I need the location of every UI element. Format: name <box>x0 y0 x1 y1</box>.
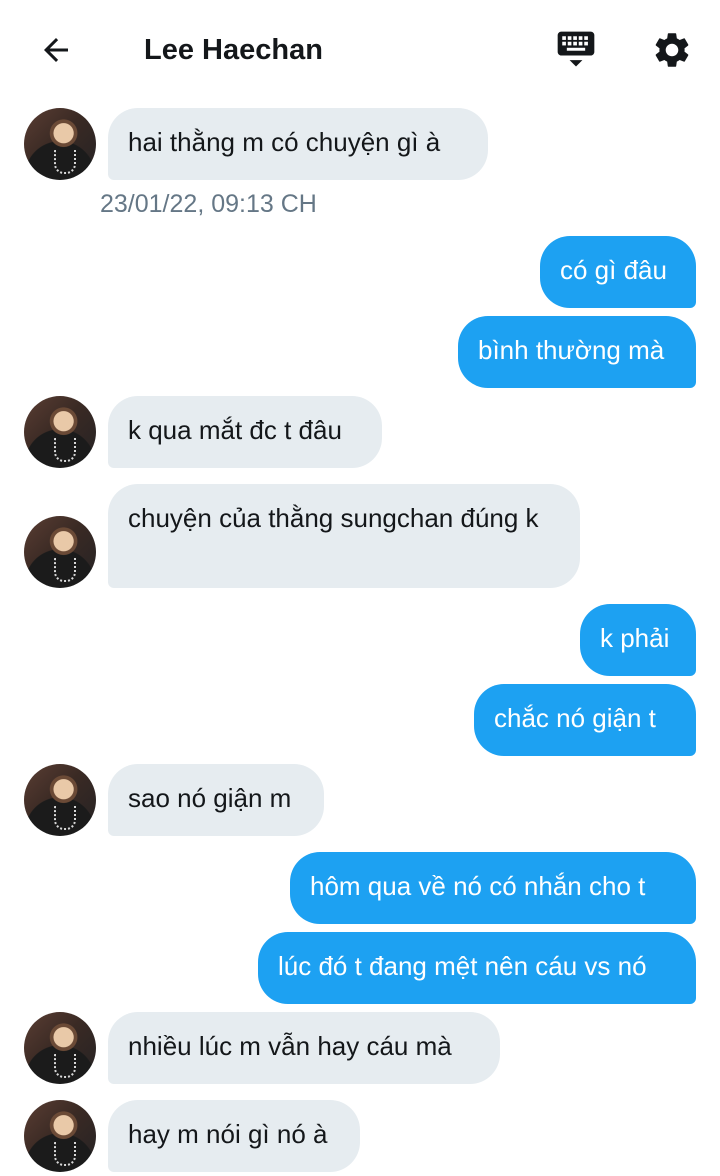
message-bubble[interactable]: lúc đó t đang mệt nên cáu vs nó <box>258 932 696 1004</box>
message-timestamp: 23/01/22, 09:13 CH <box>100 190 317 218</box>
settings-button[interactable] <box>648 26 696 74</box>
message-bubble[interactable]: hai thằng m có chuyện gì à <box>108 108 488 180</box>
avatar[interactable] <box>24 1012 96 1084</box>
conversation-header: Lee Haechan <box>0 0 720 100</box>
gear-icon <box>655 33 689 67</box>
message-bubble[interactable]: k phải <box>580 604 696 676</box>
message-bubble[interactable]: hay m nói gì nó à <box>108 1100 360 1172</box>
avatar[interactable] <box>24 108 96 180</box>
message-bubble[interactable]: hôm qua về nó có nhắn cho t <box>290 852 696 924</box>
message-bubble[interactable]: k qua mắt đc t đâu <box>108 396 382 468</box>
message-bubble[interactable]: sao nó giận m <box>108 764 324 836</box>
back-button[interactable] <box>32 26 80 74</box>
arrow-left-icon <box>44 38 68 62</box>
avatar[interactable] <box>24 1100 96 1172</box>
message-bubble[interactable]: có gì đâu <box>540 236 696 308</box>
chat-screen: Lee Haechan hai thằng m có chuyện gì à 2… <box>0 0 720 1176</box>
message-bubble[interactable]: bình thường mà <box>458 316 696 388</box>
avatar[interactable] <box>24 396 96 468</box>
keyboard-icon <box>557 31 595 67</box>
message-bubble[interactable]: chắc nó giận t <box>474 684 696 756</box>
keyboard-shortcuts-button[interactable] <box>552 26 600 74</box>
contact-name: Lee Haechan <box>144 34 323 66</box>
avatar[interactable] <box>24 516 96 588</box>
message-bubble[interactable]: chuyện của thằng sungchan đúng k <box>108 484 580 588</box>
message-bubble[interactable]: nhiều lúc m vẫn hay cáu mà <box>108 1012 500 1084</box>
avatar[interactable] <box>24 764 96 836</box>
